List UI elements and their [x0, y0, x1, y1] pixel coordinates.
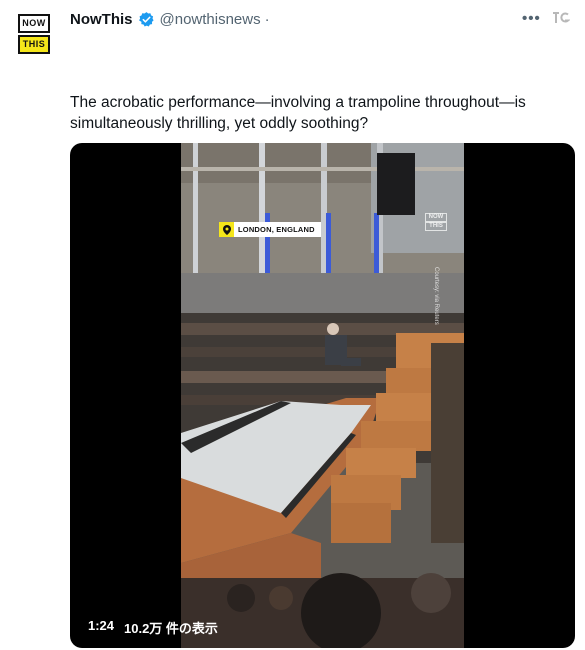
tg-extension-icon[interactable]	[552, 10, 570, 26]
video-frame[interactable]: LONDON, ENGLAND NOW THIS Courtesy: via R…	[181, 143, 464, 648]
video-scene	[181, 143, 464, 648]
watermark-now: NOW	[425, 213, 447, 222]
account-name[interactable]: NowThis	[70, 11, 133, 28]
nowthis-avatar[interactable]: NOW THIS	[18, 14, 50, 54]
nowthis-watermark: NOW THIS	[425, 213, 447, 231]
more-options-button[interactable]: •••	[522, 10, 541, 27]
location-tag: LONDON, ENGLAND	[219, 222, 321, 237]
video-player[interactable]: LONDON, ENGLAND NOW THIS Courtesy: via R…	[70, 143, 575, 648]
separator-dot: ·	[264, 10, 270, 28]
location-pin-icon	[219, 222, 234, 237]
tweet-header: NowThis @nowthisnews ·	[70, 8, 270, 30]
avatar-logo-now: NOW	[18, 14, 50, 33]
watermark-this: THIS	[425, 222, 447, 231]
tweet-text: The acrobatic performance—involving a tr…	[70, 94, 526, 132]
location-text: LONDON, ENGLAND	[238, 225, 315, 234]
video-views: 10.2万 件の表示	[124, 621, 218, 636]
account-handle[interactable]: @nowthisnews	[160, 11, 261, 28]
video-duration: 1:24	[88, 618, 115, 633]
video-credit: Courtesy: via Reuters	[433, 267, 439, 325]
verified-badge-icon	[138, 11, 154, 26]
avatar-logo-this: THIS	[18, 35, 50, 54]
